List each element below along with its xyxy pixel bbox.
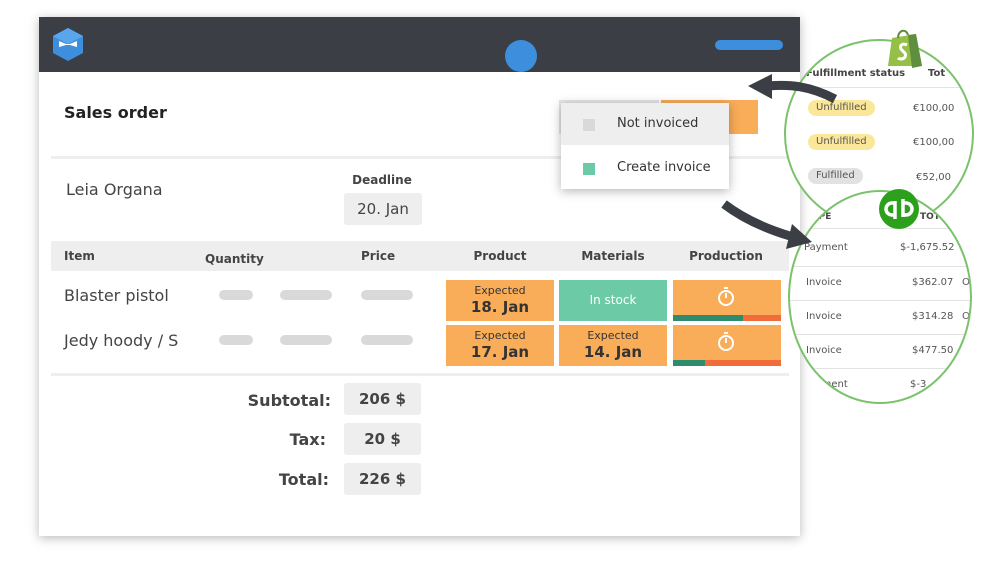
shopify-col-total: Tot (928, 68, 946, 79)
materials-status-date: 14. Jan (583, 343, 643, 361)
col-production: Production (689, 249, 763, 263)
shopify-icon (888, 29, 922, 68)
status-swatch (583, 163, 595, 175)
menu-item-label: Create invoice (617, 160, 711, 175)
menu-item-not-invoiced[interactable]: Not invoiced (561, 103, 729, 145)
divider (790, 368, 970, 369)
row-item-name[interactable]: Jedy hoody / S (64, 331, 178, 350)
menu-item-create-invoice[interactable]: Create invoice (561, 147, 729, 189)
production-status-cell[interactable] (673, 325, 781, 366)
total-label: Total: (278, 470, 329, 489)
product-status-cell[interactable]: Expected 17. Jan (446, 325, 554, 366)
quickbooks-icon (879, 189, 919, 229)
product-status-date: 18. Jan (470, 298, 530, 316)
production-progress-fill (673, 315, 744, 321)
divider (790, 266, 970, 267)
qb-col-total: TOT (920, 212, 940, 222)
status-badge: Fulfilled (808, 168, 863, 184)
menu-item-label: Not invoiced (617, 116, 699, 131)
product-status-label: Expected (474, 329, 526, 342)
divider (51, 373, 789, 376)
status-badge: Unfulfilled (808, 134, 875, 150)
col-quantity: Quantity (205, 252, 264, 266)
materials-status-label: Expected (587, 329, 639, 342)
tax-value[interactable]: 20 $ (344, 423, 421, 455)
deadline-label: Deadline (352, 173, 412, 187)
subtotal-value: 206 $ (344, 383, 421, 415)
qb-type: Payment (804, 379, 848, 390)
qb-type: Invoice (806, 311, 842, 322)
timer-icon (718, 332, 734, 351)
qb-amount: $314.28 (912, 311, 954, 322)
order-total: €52,00 (916, 172, 951, 183)
qb-extra: O (962, 311, 970, 322)
production-status-cell[interactable] (673, 280, 781, 321)
qb-type: Payment (804, 242, 848, 253)
col-price: Price (361, 249, 396, 263)
top-bar (39, 17, 800, 72)
qb-amount: $477.50 (912, 345, 954, 356)
product-status-cell[interactable]: Expected 18. Jan (446, 280, 554, 321)
page-title: Sales order (64, 103, 167, 122)
table-header: Item Quantity Price Product Materials Pr… (51, 241, 789, 271)
logo-icon[interactable] (53, 28, 83, 61)
materials-status-cell[interactable]: In stock (559, 280, 667, 321)
order-total: €100,00 (913, 103, 955, 114)
tax-label: Tax: (289, 430, 326, 449)
row-item-name[interactable]: Blaster pistol (64, 286, 169, 305)
subtotal-label: Subtotal: (247, 391, 331, 410)
customer-name[interactable]: Leia Organa (66, 180, 163, 199)
qb-amount: $-3 (910, 379, 927, 390)
divider (790, 334, 970, 335)
qb-amount: $-1,675.52 (900, 242, 955, 253)
divider (786, 87, 972, 88)
price-placeholder (361, 335, 413, 345)
qb-type: Invoice (806, 277, 842, 288)
product-status-date: 17. Jan (470, 343, 530, 361)
status-swatch (583, 119, 595, 131)
col-product: Product (473, 249, 527, 263)
materials-status-text: In stock (589, 293, 637, 307)
quantity-placeholder (280, 290, 332, 300)
header-action-pill[interactable] (715, 40, 783, 50)
col-item: Item (64, 249, 95, 263)
qb-type: Invoice (806, 345, 842, 356)
col-materials: Materials (581, 249, 645, 263)
status-badge: Unfulfilled (808, 100, 875, 116)
deadline-field[interactable]: 20. Jan (344, 193, 422, 225)
price-placeholder (361, 290, 413, 300)
sales-order-window: Sales order Leia Organa Deadline 20. Jan… (39, 17, 800, 536)
order-total: €100,00 (913, 137, 955, 148)
qb-amount: $362.07 (912, 277, 954, 288)
click-indicator (505, 40, 537, 72)
quantity-placeholder (219, 335, 253, 345)
invoice-dropdown-menu: Not invoiced Create invoice (561, 103, 729, 189)
timer-icon (718, 287, 734, 306)
qb-extra: O (962, 277, 970, 288)
quantity-placeholder (219, 290, 253, 300)
production-progress-fill (673, 360, 706, 366)
product-status-label: Expected (474, 284, 526, 297)
divider (790, 300, 970, 301)
quantity-placeholder (280, 335, 332, 345)
qb-col-type: TYPE (806, 212, 832, 222)
materials-status-cell[interactable]: Expected 14. Jan (559, 325, 667, 366)
total-value: 226 $ (344, 463, 421, 495)
